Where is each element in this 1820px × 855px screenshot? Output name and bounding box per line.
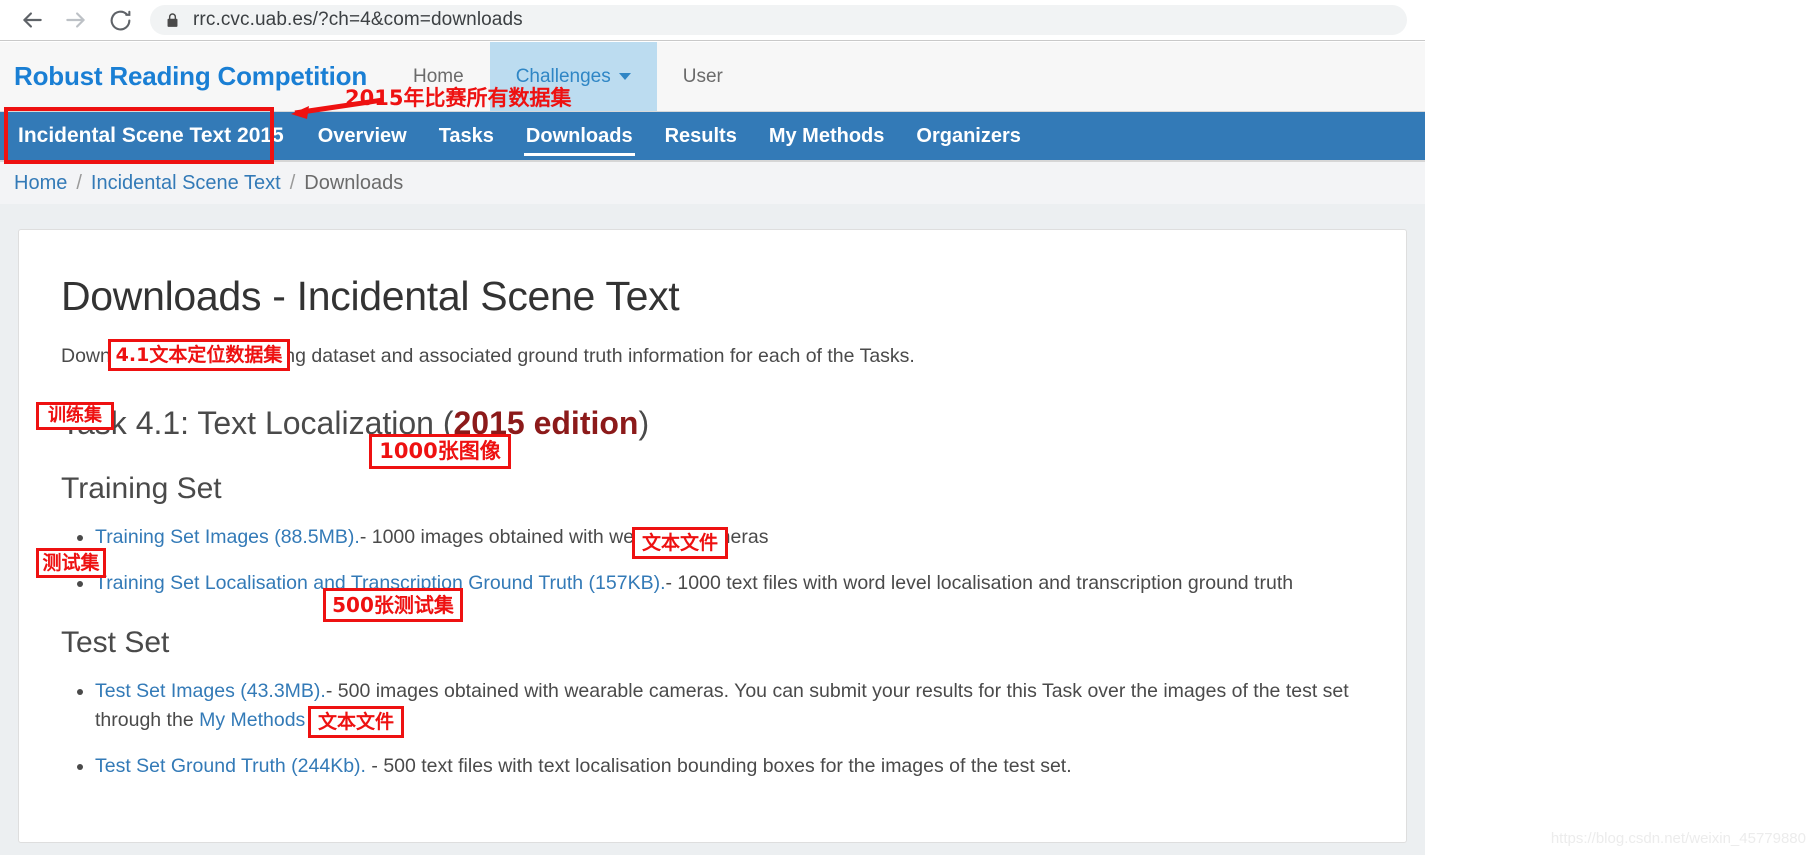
list-item: Test Set Ground Truth (244Kb). - 500 tex… xyxy=(95,752,1364,780)
training-set-images-link[interactable]: Training Set Images (88.5MB). xyxy=(95,526,360,548)
test-set-ground-truth-link[interactable]: Test Set Ground Truth (244Kb). xyxy=(95,755,366,777)
challenge-nav-tasks[interactable]: Tasks xyxy=(423,112,510,160)
test-set-images-link[interactable]: Test Set Images (43.3MB). xyxy=(95,680,326,702)
test-set-list: Test Set Images (43.3MB).- 500 images ob… xyxy=(61,677,1364,780)
breadcrumb-separator: / xyxy=(76,171,82,194)
top-nav-item-user[interactable]: User xyxy=(657,42,749,111)
challenge-nav-results[interactable]: Results xyxy=(649,112,753,160)
challenge-nav-my-methods[interactable]: My Methods xyxy=(753,112,901,160)
annotation-training-set: 训练集 xyxy=(36,402,114,430)
list-item: Test Set Images (43.3MB).- 500 images ob… xyxy=(95,677,1364,734)
back-arrow-icon xyxy=(19,7,45,33)
forward-button[interactable] xyxy=(54,0,98,40)
annotation-500-test-images: 500张测试集 xyxy=(323,588,463,622)
breadcrumb: Home / Incidental Scene Text / Downloads xyxy=(0,162,1425,204)
challenge-nav-organizers[interactable]: Organizers xyxy=(900,112,1036,160)
challenge-nav-label-results: Results xyxy=(664,124,737,147)
breadcrumb-item-incidental-scene-text[interactable]: Incidental Scene Text xyxy=(91,172,281,195)
screenshot-root: rrc.cvc.uab.es/?ch=4&com=downloads Robus… xyxy=(0,0,1820,855)
annotation-1000-images: 1000张图像 xyxy=(369,434,511,469)
reload-button[interactable] xyxy=(98,0,142,40)
address-bar[interactable]: rrc.cvc.uab.es/?ch=4&com=downloads xyxy=(150,5,1407,35)
task-heading: Task 4.1: Text Localization (2015 editio… xyxy=(61,404,1364,442)
test-set-heading: Test Set xyxy=(61,626,170,660)
site-header: Robust Reading Competition Home Challeng… xyxy=(0,42,1425,112)
challenge-nav-label-tasks: Tasks xyxy=(438,124,494,147)
my-methods-link[interactable]: My Methods xyxy=(199,709,305,731)
browser-toolbar: rrc.cvc.uab.es/?ch=4&com=downloads xyxy=(0,0,1425,41)
annotation-text-files-training: 文本文件 xyxy=(632,527,728,559)
forward-arrow-icon xyxy=(63,7,89,33)
top-nav-label-user: User xyxy=(682,65,723,87)
annotation-test-set: 测试集 xyxy=(36,548,106,578)
top-nav-label-challenges: Challenges xyxy=(515,65,611,87)
lock-icon xyxy=(164,12,181,29)
challenge-nav-label-downloads: Downloads xyxy=(525,124,633,147)
list-item: Training Set Images (88.5MB).- 1000 imag… xyxy=(95,523,1364,551)
annotation-box-challenge-title xyxy=(4,107,274,164)
breadcrumb-item-home[interactable]: Home xyxy=(14,172,67,195)
back-button[interactable] xyxy=(10,0,54,40)
challenge-nav-label-organizers: Organizers xyxy=(916,124,1021,147)
annotation-text-files-test: 文本文件 xyxy=(308,706,404,738)
annotation-task41-dataset: 4.1文本定位数据集 xyxy=(108,339,290,371)
breadcrumb-separator: / xyxy=(289,171,296,194)
training-set-heading: Training Set xyxy=(61,471,222,505)
task-heading-suffix: ) xyxy=(638,405,650,442)
page-title: Downloads - Incidental Scene Text xyxy=(61,273,680,319)
breadcrumb-item-downloads: Downloads xyxy=(304,171,404,194)
top-nav-label-home: Home xyxy=(413,65,464,87)
challenge-nav-downloads[interactable]: Downloads xyxy=(510,112,649,160)
test-set-ground-truth-description: - 500 text files with text localisation … xyxy=(365,754,1072,777)
training-set-ground-truth-description: - 1000 text files with word level locali… xyxy=(665,572,1294,595)
chevron-down-icon xyxy=(618,73,631,80)
list-item: Training Set Localisation and Transcript… xyxy=(95,569,1364,597)
annotation-all-2015-datasets: 2015年比赛所有数据集 xyxy=(345,86,572,110)
challenge-nav-label-overview: Overview xyxy=(317,124,407,147)
url-text: rrc.cvc.uab.es/?ch=4&com=downloads xyxy=(193,9,523,30)
reload-icon xyxy=(108,8,133,33)
challenge-nav-label-my-methods: My Methods xyxy=(768,124,885,147)
watermark: https://blog.csdn.net/weixin_45779880 xyxy=(1550,830,1806,847)
